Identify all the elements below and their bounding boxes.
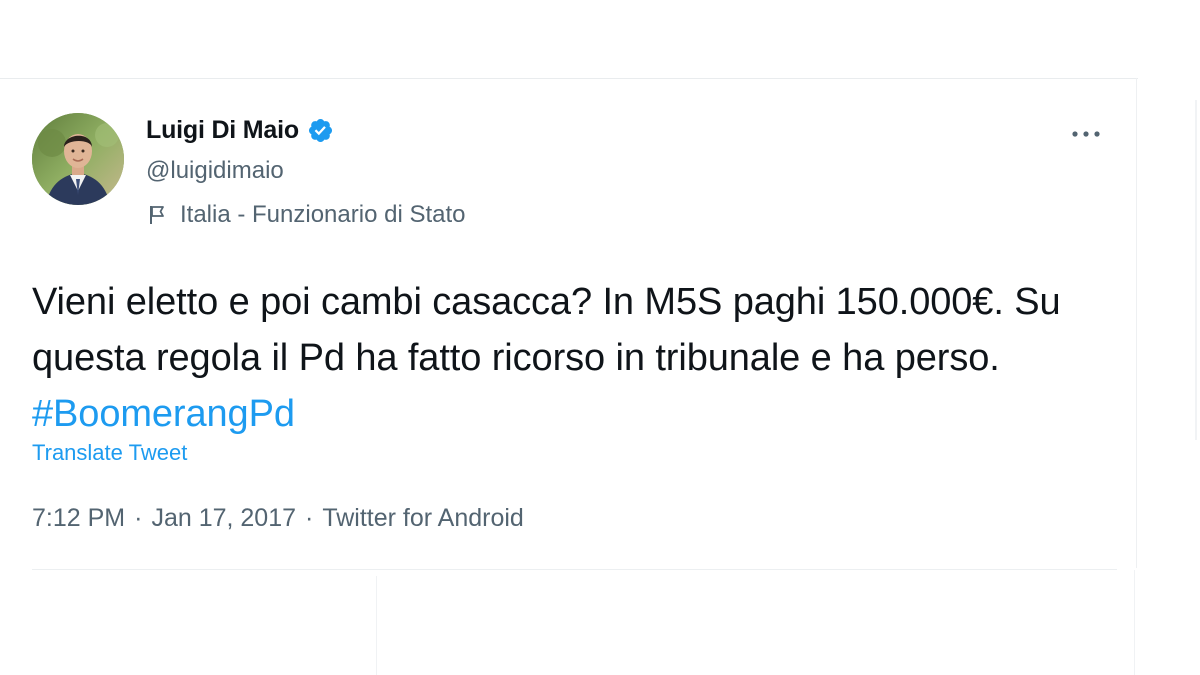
author-name-row: Luigi Di Maio (146, 116, 334, 145)
flag-icon (146, 203, 170, 227)
tweet-metadata: 7:12 PM · Jan 17, 2017 · Twitter for Android (32, 504, 524, 533)
tweet-time[interactable]: 7:12 PM (32, 504, 125, 532)
divider-bottom (32, 569, 1117, 570)
divider-vertical-left (376, 576, 377, 675)
divider-right (1136, 78, 1137, 568)
translate-tweet-link[interactable]: Translate Tweet (32, 440, 187, 466)
tweet-text: Vieni eletto e poi cambi casacca? In M5S… (32, 274, 1112, 442)
meta-separator: · (134, 504, 143, 532)
tweet-source[interactable]: Twitter for Android (322, 504, 523, 532)
more-options-button[interactable] (1066, 120, 1106, 148)
scrollbar-edge (1195, 100, 1197, 440)
hashtag-link[interactable]: #BoomerangPd (32, 393, 295, 435)
verified-badge-icon (307, 117, 334, 144)
account-label-text: Italia - Funzionario di Stato (180, 201, 466, 228)
meta-separator: · (305, 504, 314, 532)
divider-vertical-right (1134, 570, 1135, 675)
divider-top (0, 78, 1138, 79)
avatar[interactable] (32, 113, 124, 205)
more-options-icon (1070, 125, 1102, 143)
author-display-name[interactable]: Luigi Di Maio (146, 116, 299, 145)
tweet-text-content: Vieni eletto e poi cambi casacca? In M5S… (32, 281, 1061, 379)
tweet-date[interactable]: Jan 17, 2017 (151, 504, 296, 532)
account-label: Italia - Funzionario di Stato (146, 201, 465, 229)
author-handle[interactable]: @luigidimaio (146, 157, 284, 185)
